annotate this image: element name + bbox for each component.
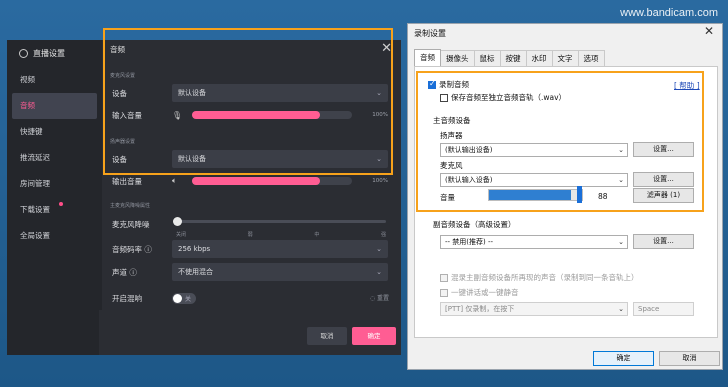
bitrate-select[interactable]: 256 kbps ⌄: [172, 240, 388, 258]
live-settings-title: 直播设置: [33, 48, 65, 58]
noise-slider-knob[interactable]: [173, 217, 182, 226]
tab-webcam[interactable]: 摄像头: [440, 50, 475, 66]
noise-label: 麦克风降噪: [112, 219, 150, 229]
live-settings-header: 直播设置: [19, 45, 65, 61]
checkbox-icon: [440, 288, 448, 297]
dialog-footer: 取消 确定: [99, 310, 401, 355]
nav-label: 房间管理: [20, 179, 50, 188]
channel-select[interactable]: 不使用混合 ⌄: [172, 263, 388, 281]
mix-audio-label: 混录主副音频设备所再现的声音（录制到同一条音轨上）: [451, 273, 639, 282]
noise-section-title: 主麦克风降噪属性: [110, 203, 151, 209]
highlight-frame-dark: [103, 28, 393, 175]
nav-label: 下载设置: [20, 205, 50, 214]
tab-mouse[interactable]: 鼠标: [473, 50, 501, 66]
notification-dot: [59, 202, 63, 206]
chevron-down-icon: ⌄: [376, 245, 382, 253]
tab-options[interactable]: 选项: [577, 50, 605, 66]
mix-audio-checkbox[interactable]: 混录主副音频设备所再现的声音（录制到同一条音轨上）: [440, 272, 639, 283]
nav-item-stream-delay[interactable]: 推流延迟: [12, 145, 97, 171]
noise-tick: 关闭: [176, 232, 187, 238]
gear-icon: [19, 48, 28, 58]
speaker-volume-percent: 100%: [372, 178, 388, 184]
chevron-down-icon: ⌄: [376, 268, 382, 276]
tab-watermark[interactable]: 水印: [525, 50, 553, 66]
chevron-down-icon: ⌄: [618, 238, 624, 246]
channel-label: 声道 ⓘ: [112, 267, 137, 277]
reverb-reset-label: 重置: [376, 295, 389, 302]
nav-label: 音频: [20, 101, 35, 110]
nav-item-audio[interactable]: 音频: [12, 93, 97, 119]
tab-audio[interactable]: 音频: [414, 49, 441, 67]
noise-ticks: 关闭 弱 中 强: [176, 231, 386, 238]
nav-item-video[interactable]: 视频: [12, 67, 97, 93]
highlight-frame-light: [416, 71, 704, 212]
ok-button[interactable]: 确定: [593, 351, 654, 366]
tab-keys[interactable]: 按键: [499, 50, 527, 66]
watermark: www.bandicam.com: [620, 7, 718, 19]
ptt-mode-value: [PTT] 仅录制，在按下: [445, 305, 515, 313]
secondary-settings-button[interactable]: 设置...: [633, 234, 694, 249]
nav-item-room-management[interactable]: 房间管理: [12, 171, 97, 197]
record-settings-title: 录制设置: [414, 29, 446, 38]
cancel-button[interactable]: 取消: [659, 351, 720, 366]
nav-label: 全局设置: [20, 231, 50, 240]
reverb-row: 开启混响: [112, 289, 390, 307]
checkbox-icon: [440, 273, 448, 282]
secondary-device-title: 副音频设备（高级设置）: [433, 220, 516, 229]
secondary-device-value: -- 禁用(推荐) --: [445, 238, 494, 246]
tab-text[interactable]: 文字: [551, 50, 579, 66]
speaker-volume-track[interactable]: [192, 177, 352, 185]
secondary-device-select[interactable]: -- 禁用(推荐) -- ⌄: [440, 235, 628, 249]
reverb-reset[interactable]: ◌ 重置: [370, 293, 389, 302]
live-settings-sidebar: 直播设置 视频 音频 快捷键 推流延迟 房间管理 下载设置 全局设置: [7, 40, 102, 355]
noise-tick: 中: [314, 232, 320, 238]
nav-item-download-settings[interactable]: 下载设置: [12, 197, 97, 223]
chevron-down-icon: ⌄: [618, 305, 624, 313]
reverb-label: 开启混响: [112, 293, 142, 303]
speaker-icon: 🔈︎: [172, 176, 177, 185]
nav-label: 推流延迟: [20, 153, 50, 162]
live-settings-nav: 视频 音频 快捷键 推流延迟 房间管理 下载设置 全局设置: [12, 67, 97, 249]
channel-value: 不使用混合: [178, 268, 213, 276]
ptt-label: 一键讲话或一键静音: [451, 288, 519, 297]
noise-tick: 弱: [247, 232, 253, 238]
close-icon[interactable]: ✕: [704, 24, 714, 38]
ptt-checkbox[interactable]: 一键讲话或一键静音: [440, 287, 519, 298]
noise-slider[interactable]: [173, 217, 386, 226]
nav-label: 快捷键: [20, 127, 43, 136]
reverb-toggle-text: 关: [185, 296, 192, 303]
cancel-button[interactable]: 取消: [307, 327, 347, 345]
confirm-button[interactable]: 确定: [352, 327, 396, 345]
nav-item-hotkeys[interactable]: 快捷键: [12, 119, 97, 145]
noise-tick: 强: [380, 232, 386, 238]
nav-item-global-settings[interactable]: 全局设置: [12, 223, 97, 249]
ptt-key-input[interactable]: Space: [633, 302, 694, 316]
bitrate-label: 音频码率 ⓘ: [112, 244, 152, 254]
reverb-toggle[interactable]: 关: [172, 293, 196, 304]
ptt-mode-select[interactable]: [PTT] 仅录制，在按下 ⌄: [440, 302, 628, 316]
speaker-volume-label: 输出音量: [112, 176, 142, 186]
bitrate-value: 256 kbps: [178, 245, 211, 253]
speaker-volume-fill: [192, 177, 320, 185]
nav-label: 视频: [20, 75, 35, 84]
